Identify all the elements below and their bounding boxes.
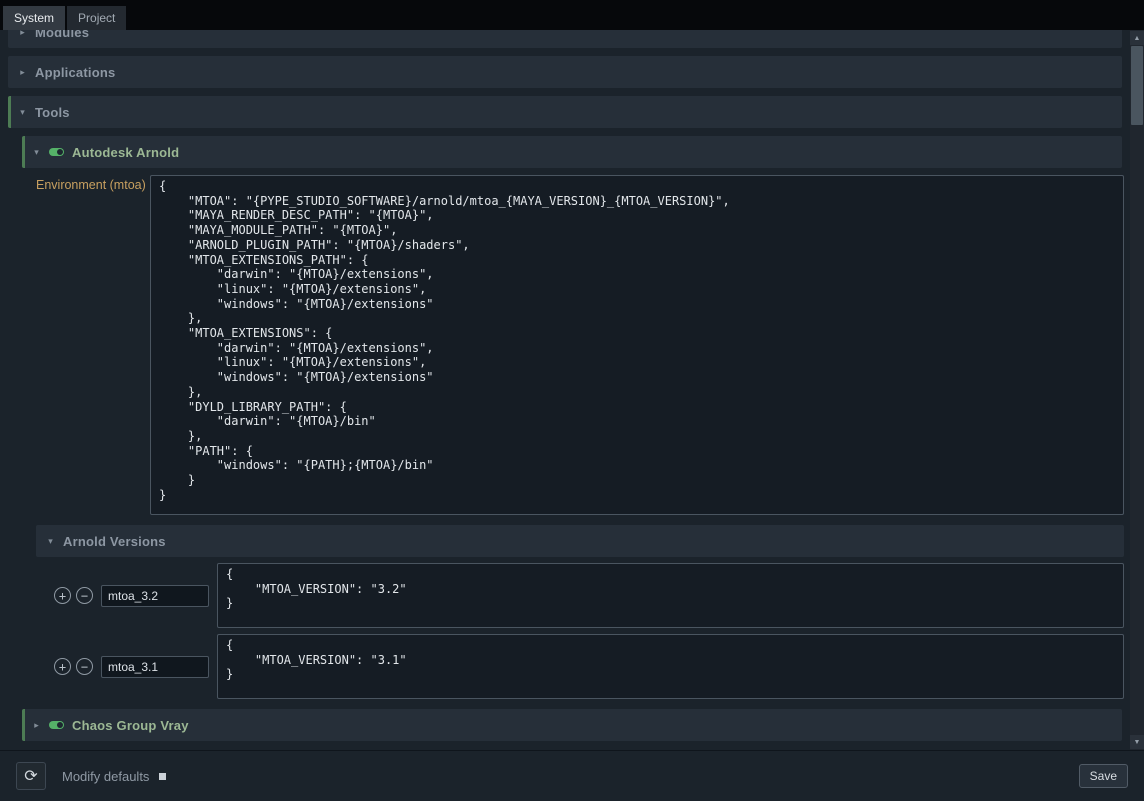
environment-field-row: Environment (mtoa)	[36, 175, 1124, 515]
vertical-scrollbar[interactable]: ▲ ▼	[1130, 30, 1144, 750]
section-header-autodesk-arnold[interactable]: ▾ Autodesk Arnold	[22, 136, 1122, 168]
enabled-toggle[interactable]	[49, 721, 64, 729]
scroll-up-icon: ▲	[1134, 35, 1141, 42]
section-header-modules[interactable]: ▸ Modules	[8, 30, 1122, 48]
scrollbar-thumb[interactable]	[1131, 46, 1143, 125]
environment-label: Environment (mtoa)	[36, 175, 150, 192]
section-title-modules: Modules	[35, 30, 89, 40]
section-title-autodesk-arnold: Autodesk Arnold	[72, 145, 179, 160]
footer-bar: ⟳ Modify defaults Save	[0, 750, 1144, 801]
toggle-knob	[57, 722, 63, 728]
scroll-up-button[interactable]: ▲	[1130, 31, 1144, 45]
tab-system[interactable]: System	[3, 6, 65, 30]
version-row: + −	[36, 634, 1124, 699]
chevron-right-icon: ▸	[18, 67, 27, 78]
chevron-right-icon: ▸	[32, 720, 41, 731]
chevron-down-icon: ▾	[46, 536, 55, 547]
tools-section-body: ▾ Autodesk Arnold Environment (mtoa) ▾ A…	[0, 136, 1130, 741]
version-key-input[interactable]	[101, 585, 209, 607]
section-header-tools[interactable]: ▾ Tools	[8, 96, 1122, 128]
scroll-down-button[interactable]: ▼	[1130, 735, 1144, 749]
section-title-chaos-group-vray: Chaos Group Vray	[72, 718, 189, 733]
version-json-editor[interactable]	[217, 563, 1124, 628]
section-header-applications[interactable]: ▸ Applications	[8, 56, 1122, 88]
section-title-tools: Tools	[35, 105, 70, 120]
refresh-icon: ⟳	[24, 766, 37, 786]
settings-viewport: ▸ Modules ▸ Applications ▾ Tools ▾ Autod…	[0, 30, 1130, 750]
version-key-input[interactable]	[101, 656, 209, 678]
settings-panel: ▸ Modules ▸ Applications ▾ Tools ▾ Autod…	[0, 30, 1144, 750]
toggle-knob	[57, 149, 63, 155]
modify-defaults-label: Modify defaults	[62, 769, 149, 784]
chevron-right-icon: ▸	[18, 30, 27, 38]
section-header-chaos-group-vray[interactable]: ▸ Chaos Group Vray	[22, 709, 1122, 741]
remove-version-button[interactable]: −	[76, 658, 93, 675]
section-title-arnold-versions: Arnold Versions	[63, 534, 166, 549]
remove-version-button[interactable]: −	[76, 587, 93, 604]
tab-bar: System Project	[0, 0, 1144, 30]
enabled-toggle[interactable]	[49, 148, 64, 156]
add-version-button[interactable]: +	[54, 587, 71, 604]
version-json-editor[interactable]	[217, 634, 1124, 699]
section-title-applications: Applications	[35, 65, 115, 80]
save-button[interactable]: Save	[1079, 764, 1128, 788]
version-row: + −	[36, 563, 1124, 628]
tab-project[interactable]: Project	[67, 6, 126, 30]
settings-window: System Project ▸ Modules ▸ Applications …	[0, 0, 1144, 801]
environment-json-editor[interactable]	[150, 175, 1124, 515]
modified-indicator	[159, 773, 166, 780]
scroll-down-icon: ▼	[1134, 739, 1141, 746]
arnold-section-body: Environment (mtoa) ▾ Arnold Versions + −	[36, 175, 1124, 699]
section-header-arnold-versions[interactable]: ▾ Arnold Versions	[36, 525, 1124, 557]
add-version-button[interactable]: +	[54, 658, 71, 675]
refresh-button[interactable]: ⟳	[16, 762, 46, 790]
chevron-down-icon: ▾	[32, 147, 41, 158]
chevron-down-icon: ▾	[18, 107, 27, 118]
